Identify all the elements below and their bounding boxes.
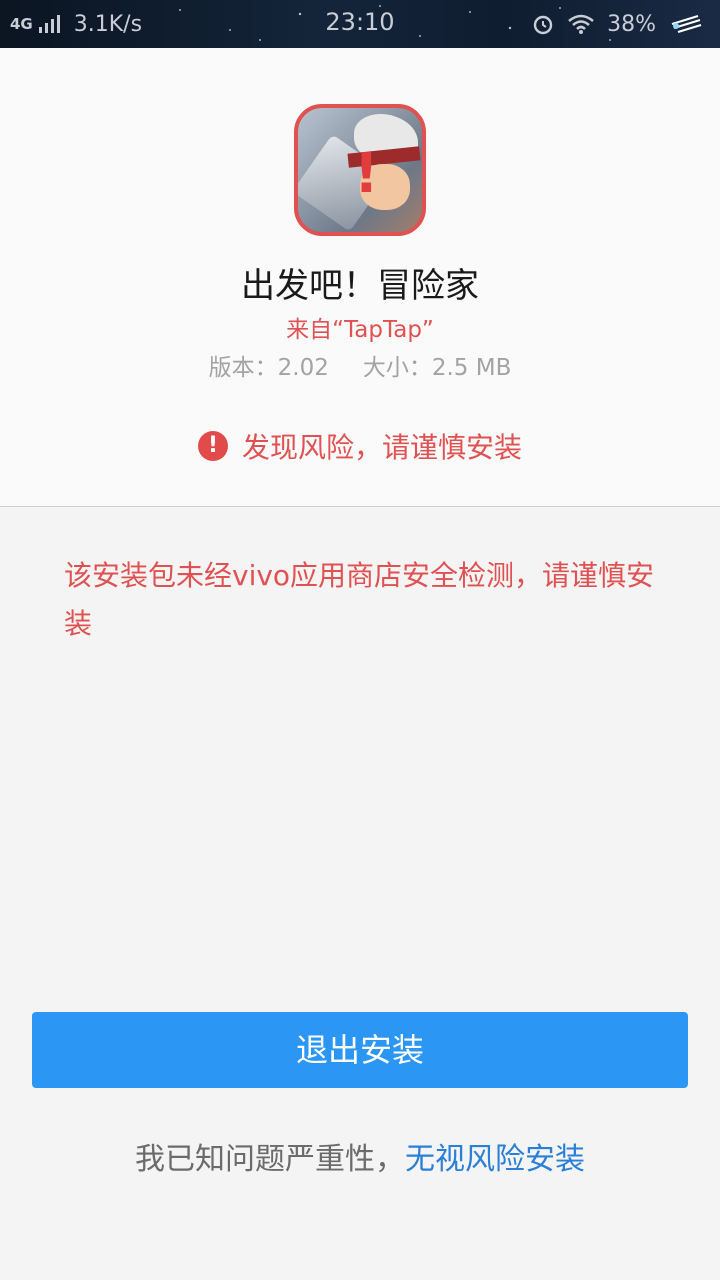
exclamation-icon: !	[354, 144, 379, 204]
app-icon: !	[294, 104, 426, 236]
app-size: 大小：2.5 MB	[362, 355, 512, 381]
wifi-icon	[568, 14, 594, 34]
app-version: 版本：2.02	[208, 355, 329, 381]
ignore-risk-install-link[interactable]: 无视风险安装	[405, 1142, 585, 1177]
risk-banner: ! 发现风险，请谨慎安装	[0, 426, 720, 466]
ignore-prefix: 我已知问题严重性，	[135, 1142, 405, 1177]
status-bar: 4G 3.1K/s 23:10 38%	[0, 0, 720, 48]
app-source: 来自“TapTap”	[286, 317, 434, 343]
alarm-icon	[533, 15, 553, 35]
comet-icon	[671, 15, 702, 33]
alert-circle-icon: !	[197, 431, 228, 461]
battery-percent: 38%	[607, 11, 656, 37]
app-meta: 版本：2.02 大小：2.5 MB	[0, 348, 720, 382]
app-info-panel: ! 出发吧！冒险家 来自“TapTap” 版本：2.02 大小：2.5 MB ! …	[0, 48, 720, 507]
exit-install-button[interactable]: 退出安装	[32, 1012, 688, 1088]
risk-text: 发现风险，请谨慎安装	[241, 431, 522, 464]
app-name: 出发吧！冒险家	[241, 266, 479, 306]
warning-message: 该安装包未经vivo应用商店安全检测，请谨慎安装	[64, 559, 655, 640]
ignore-risk-row: 我已知问题严重性，无视风险安装	[0, 1134, 720, 1178]
status-right: 38%	[531, 8, 704, 40]
